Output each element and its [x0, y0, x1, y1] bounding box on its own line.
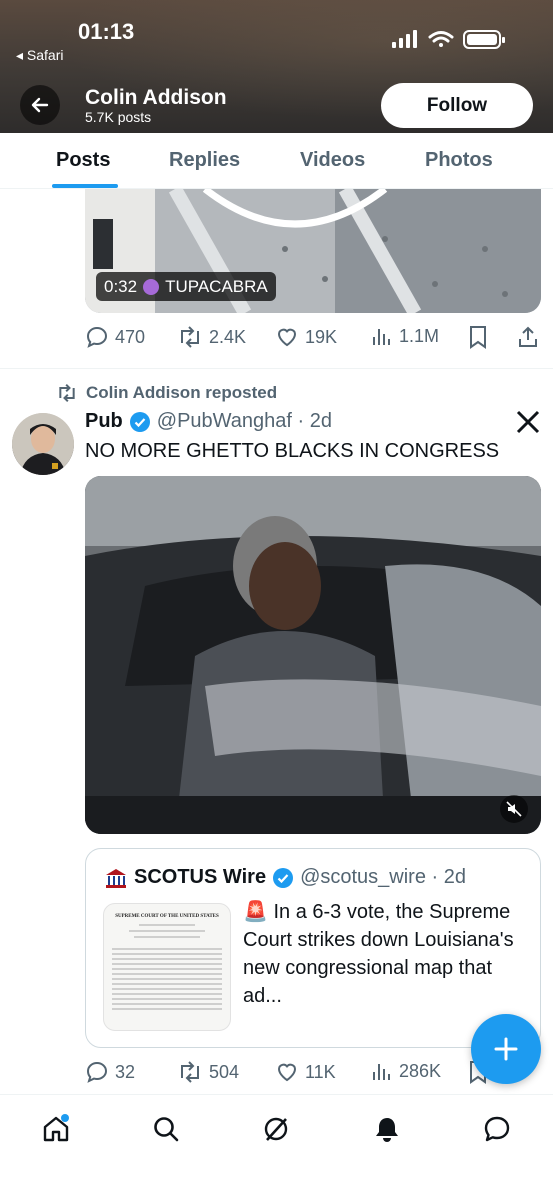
back-button[interactable] — [20, 85, 60, 125]
tab-videos[interactable]: Videos — [300, 149, 365, 172]
profile-post-count: 5.7K posts — [85, 109, 152, 125]
channel-avatar-icon — [143, 278, 160, 295]
repost-label: Colin Addison reposted — [86, 383, 278, 402]
divider — [0, 368, 553, 369]
home-icon[interactable] — [40, 1113, 72, 1145]
repost-count: 2.4K — [209, 326, 247, 347]
views-button[interactable]: 286K — [371, 1060, 441, 1082]
search-icon[interactable] — [150, 1113, 182, 1145]
quoted-text: 🚨 In a 6-3 vote, the Supreme Court strik… — [243, 901, 514, 1007]
like-count: 19K — [305, 326, 338, 347]
tab-replies[interactable]: Replies — [169, 149, 240, 172]
quoted-author[interactable]: SCOTUS Wire @scotus_wire · 2d — [104, 866, 466, 889]
repost-button[interactable]: 504 — [177, 1060, 239, 1084]
x-logo-icon — [516, 410, 540, 441]
tweet-author[interactable]: Pub @PubWanghaf · 2d — [85, 410, 332, 433]
active-tab-indicator — [52, 184, 118, 188]
views-button[interactable]: 1.1M — [371, 325, 439, 347]
back-to-safari[interactable]: ◂ Safari — [16, 47, 64, 64]
status-icons — [392, 28, 528, 55]
author-handle-date: @PubWanghaf · 2d — [156, 410, 332, 432]
repost-button[interactable]: 2.4K — [177, 325, 246, 349]
views-icon — [373, 329, 390, 345]
signal-icon — [392, 30, 417, 48]
reply-icon — [86, 326, 108, 348]
video-channel-label: TUPACABRA — [165, 276, 268, 296]
profile-name: Colin Addison — [85, 86, 227, 109]
views-icon — [373, 1064, 390, 1080]
tweet-actions: 32 504 11K 286K — [85, 1060, 541, 1086]
compose-button[interactable] — [471, 1014, 541, 1084]
verified-badge-icon — [273, 867, 294, 888]
tweet-actions: 470 2.4K 19K 1.1M — [85, 325, 541, 351]
reply-count: 32 — [115, 1061, 136, 1082]
share-icon — [519, 326, 537, 347]
heart-icon — [277, 1063, 297, 1082]
view-count: 286K — [399, 1060, 442, 1081]
tab-photos[interactable]: Photos — [425, 149, 493, 172]
view-count: 1.1M — [399, 325, 440, 346]
like-button[interactable]: 11K — [275, 1060, 336, 1084]
arrow-left-icon — [31, 97, 49, 113]
quoted-document-thumbnail[interactable]: SUPREME COURT OF THE UNITED STATES — [103, 903, 231, 1031]
status-time: 01:13 — [78, 19, 135, 44]
heart-icon — [277, 328, 297, 347]
courthouse-icon — [106, 868, 126, 888]
wifi-icon — [428, 31, 454, 47]
bookmark-button[interactable] — [467, 325, 489, 349]
repost-count: 504 — [209, 1061, 240, 1082]
video-info-pill: 0:32 TUPACABRA — [96, 272, 276, 301]
tweet-text: NO MORE GHETTO BLACKS IN CONGRESS — [85, 440, 500, 462]
profile-header: 01:13 ◂ Safari Colin Addison 5.7K posts … — [0, 0, 553, 133]
plus-icon — [494, 1037, 518, 1061]
notifications-icon[interactable] — [371, 1113, 403, 1145]
bottom-nav — [0, 1094, 553, 1201]
author-name: Pub — [85, 410, 123, 432]
document-heading: SUPREME COURT OF THE UNITED STATES — [115, 914, 219, 919]
grok-icon[interactable] — [260, 1113, 292, 1145]
profile-tabs: Posts Replies Videos Photos — [0, 133, 553, 189]
repost-indicator[interactable]: Colin Addison reposted — [56, 383, 277, 403]
video-duration: 0:32 — [104, 276, 138, 296]
reply-icon — [86, 1061, 108, 1083]
follow-button[interactable]: Follow — [381, 83, 533, 128]
quoted-handle-date: @scotus_wire · 2d — [300, 866, 466, 888]
tweet-video[interactable] — [85, 476, 541, 834]
tab-posts[interactable]: Posts — [56, 149, 110, 172]
verified-badge-icon — [129, 411, 150, 432]
like-count: 11K — [305, 1061, 336, 1082]
like-button[interactable]: 19K — [275, 325, 337, 349]
bookmark-icon — [470, 326, 486, 349]
reply-count: 470 — [115, 326, 146, 347]
repost-icon — [59, 383, 75, 403]
messages-icon[interactable] — [481, 1113, 513, 1145]
quoted-author-name: SCOTUS Wire — [134, 866, 267, 888]
mute-icon[interactable] — [500, 795, 528, 823]
repost-icon — [181, 1061, 199, 1083]
reply-button[interactable]: 470 — [85, 325, 145, 349]
avatar[interactable] — [12, 413, 74, 475]
reply-button[interactable]: 32 — [85, 1060, 135, 1084]
battery-icon — [463, 30, 505, 49]
repost-icon — [181, 326, 199, 348]
share-button[interactable] — [517, 325, 539, 349]
